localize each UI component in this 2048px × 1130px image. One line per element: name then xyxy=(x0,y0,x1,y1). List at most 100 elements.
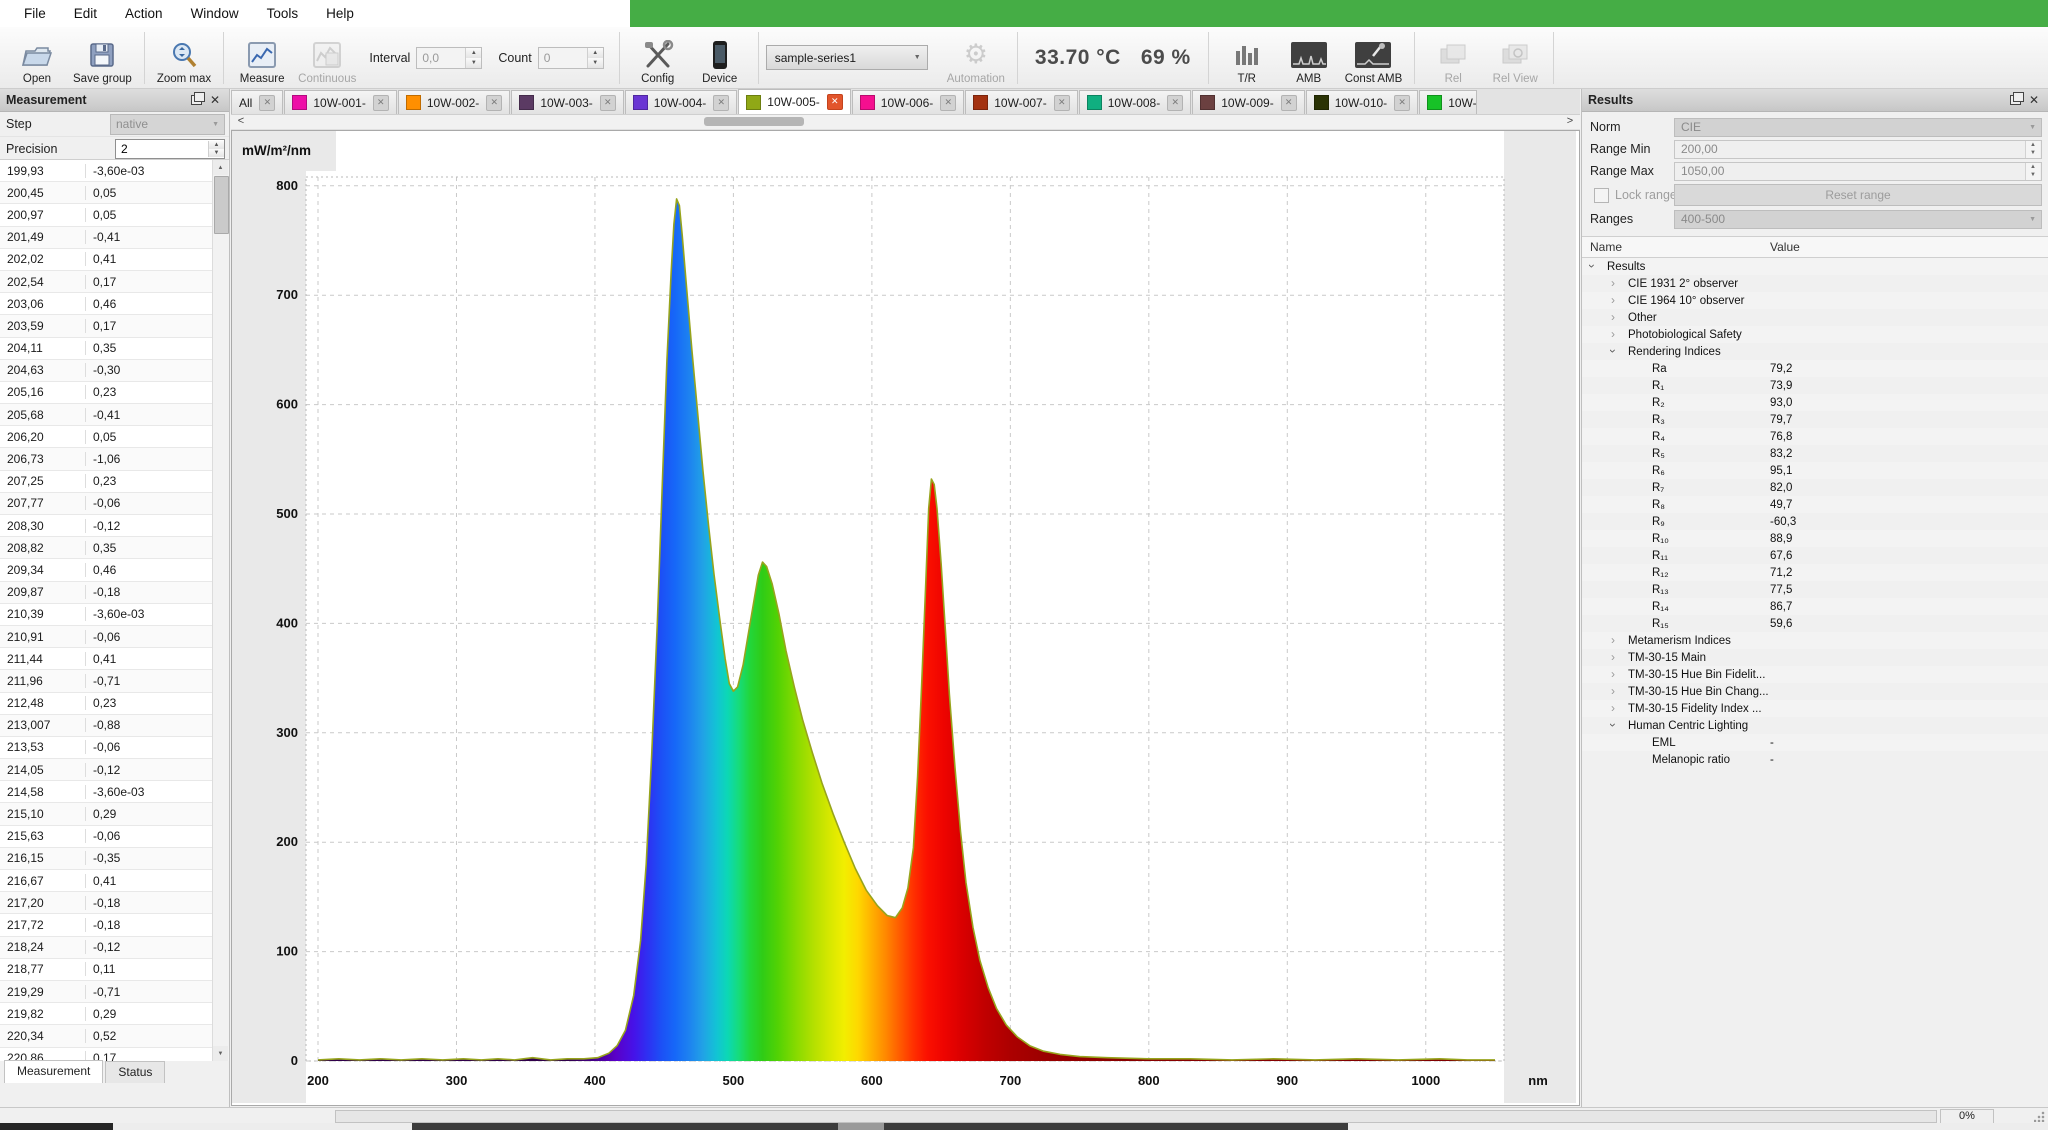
tree-row[interactable]: R₈49,7 xyxy=(1582,496,2048,513)
spin-up-icon[interactable]: ▲ xyxy=(588,48,603,58)
table-row[interactable]: 210,91-0,06 xyxy=(0,626,213,648)
tree-row[interactable]: EML- xyxy=(1582,734,2048,751)
table-row[interactable]: 214,05-0,12 xyxy=(0,759,213,781)
expand-icon[interactable]: › xyxy=(1611,276,1615,290)
tree-row[interactable]: ›TM-30-15 Hue Bin Fidelit... xyxy=(1582,666,2048,683)
scrollbar-thumb[interactable] xyxy=(214,176,229,234)
tab-10w-006-[interactable]: 10W-006-✕ xyxy=(852,90,964,114)
series-combo[interactable]: sample-series1 ▼ xyxy=(766,45,928,70)
results-tree[interactable]: ›Results›CIE 1931 2° observer›CIE 1964 1… xyxy=(1582,258,2048,768)
chart-canvas[interactable]: 0100200300400500600700800200300400500600… xyxy=(232,131,1579,1105)
tab-close-icon[interactable]: ✕ xyxy=(486,95,502,111)
table-row[interactable]: 217,72-0,18 xyxy=(0,914,213,936)
tab-10w-007-[interactable]: 10W-007-✕ xyxy=(965,90,1077,114)
spin-up-icon[interactable]: ▲ xyxy=(2026,163,2040,172)
table-row[interactable]: 210,39-3,60e-03 xyxy=(0,604,213,626)
interval-input[interactable]: 0,0 ▲▼ xyxy=(416,47,482,69)
measure-button[interactable]: Measure xyxy=(231,30,293,86)
tree-row[interactable]: R₇82,0 xyxy=(1582,479,2048,496)
tree-row[interactable]: Ra79,2 xyxy=(1582,360,2048,377)
tree-row[interactable]: ›CIE 1964 10° observer xyxy=(1582,292,2048,309)
tab-close-icon[interactable]: ✕ xyxy=(259,95,275,111)
table-row[interactable]: 217,20-0,18 xyxy=(0,892,213,914)
measurement-table[interactable]: 199,93-3,60e-03200,450,05200,970,05201,4… xyxy=(0,159,229,1061)
table-row[interactable]: 208,30-0,12 xyxy=(0,515,213,537)
precision-spinner[interactable]: ▲▼ xyxy=(208,141,224,157)
tree-row[interactable]: R₁₀88,9 xyxy=(1582,530,2048,547)
collapse-icon[interactable]: › xyxy=(1606,349,1620,353)
tree-row[interactable]: R₁73,9 xyxy=(1582,377,2048,394)
range-max-spinner[interactable]: ▲▼ xyxy=(2025,163,2040,180)
table-row[interactable]: 200,970,05 xyxy=(0,204,213,226)
table-row[interactable]: 216,15-0,35 xyxy=(0,848,213,870)
expand-icon[interactable]: › xyxy=(1611,327,1615,341)
range-max-input[interactable]: 1050,00 ▲▼ xyxy=(1674,162,2042,181)
table-row[interactable]: 209,87-0,18 xyxy=(0,582,213,604)
tab-close-icon[interactable]: ✕ xyxy=(1394,95,1410,111)
table-row[interactable]: 205,68-0,41 xyxy=(0,404,213,426)
menu-item-edit[interactable]: Edit xyxy=(60,0,111,27)
tree-row[interactable]: R₄76,8 xyxy=(1582,428,2048,445)
tab-close-icon[interactable]: ✕ xyxy=(827,94,843,110)
table-row[interactable]: 206,73-1,06 xyxy=(0,448,213,470)
tab-10w-01[interactable]: 10W-01 xyxy=(1419,90,1477,114)
open-button[interactable]: Open xyxy=(6,30,68,86)
tab-10w-008-[interactable]: 10W-008-✕ xyxy=(1079,90,1191,114)
menu-item-action[interactable]: Action xyxy=(111,0,177,27)
spin-down-icon[interactable]: ▼ xyxy=(466,58,481,68)
spin-down-icon[interactable]: ▼ xyxy=(2026,171,2040,180)
tree-row[interactable]: R₅83,2 xyxy=(1582,445,2048,462)
config-button[interactable]: Config xyxy=(627,30,689,86)
tab-close-icon[interactable]: ✕ xyxy=(940,95,956,111)
expand-icon[interactable]: › xyxy=(1611,650,1615,664)
spin-up-icon[interactable]: ▲ xyxy=(2026,141,2040,150)
table-row[interactable]: 209,340,46 xyxy=(0,559,213,581)
collapse-icon[interactable]: › xyxy=(1606,723,1620,727)
tree-row[interactable]: ›Results xyxy=(1582,258,2048,275)
zoom-max-button[interactable]: Zoom max xyxy=(152,30,216,86)
tree-row[interactable]: R₁₁67,6 xyxy=(1582,547,2048,564)
tree-row[interactable]: ›Photobiological Safety xyxy=(1582,326,2048,343)
close-panel-icon[interactable]: ✕ xyxy=(207,93,223,108)
table-row[interactable]: 200,450,05 xyxy=(0,182,213,204)
table-row[interactable]: 220,860,17 xyxy=(0,1048,213,1062)
table-row[interactable]: 204,110,35 xyxy=(0,338,213,360)
menu-item-tools[interactable]: Tools xyxy=(253,0,313,27)
spin-up-icon[interactable]: ▲ xyxy=(209,141,224,149)
tree-row[interactable]: ›CIE 1931 2° observer xyxy=(1582,275,2048,292)
save-group-button[interactable]: Save group xyxy=(68,30,137,86)
scroll-right-icon[interactable]: > xyxy=(1562,115,1578,128)
table-row[interactable]: 218,770,11 xyxy=(0,959,213,981)
scroll-up-icon[interactable]: ▲ xyxy=(213,160,228,175)
menu-item-file[interactable]: File xyxy=(10,0,60,27)
tab-close-icon[interactable]: ✕ xyxy=(600,95,616,111)
const-amb-button[interactable]: Const AMB xyxy=(1340,30,1408,86)
table-row[interactable]: 212,480,23 xyxy=(0,693,213,715)
spectrum-chart-panel[interactable]: 0100200300400500600700800200300400500600… xyxy=(231,130,1580,1106)
range-min-spinner[interactable]: ▲▼ xyxy=(2025,141,2040,158)
tab-10w-002-[interactable]: 10W-002-✕ xyxy=(398,90,510,114)
float-panel-icon[interactable] xyxy=(2007,93,2023,108)
tree-row[interactable]: Melanopic ratio- xyxy=(1582,751,2048,768)
table-row[interactable]: 216,670,41 xyxy=(0,870,213,892)
tree-row[interactable]: ›TM-30-15 Hue Bin Chang... xyxy=(1582,683,2048,700)
collapse-icon[interactable]: › xyxy=(1585,264,1599,268)
tree-row[interactable]: ›Rendering Indices xyxy=(1582,343,2048,360)
float-panel-icon[interactable] xyxy=(188,93,204,108)
table-row[interactable]: 215,100,29 xyxy=(0,803,213,825)
menu-item-help[interactable]: Help xyxy=(312,0,368,27)
tree-row[interactable]: R₃79,7 xyxy=(1582,411,2048,428)
bottom-tab-status[interactable]: Status xyxy=(105,1061,165,1083)
spin-up-icon[interactable]: ▲ xyxy=(466,48,481,58)
expand-icon[interactable]: › xyxy=(1611,667,1615,681)
spin-down-icon[interactable]: ▼ xyxy=(209,149,224,157)
table-row[interactable]: 201,49-0,41 xyxy=(0,227,213,249)
tab-10w-001-[interactable]: 10W-001-✕ xyxy=(284,90,396,114)
tree-row[interactable]: R₆95,1 xyxy=(1582,462,2048,479)
count-spinner[interactable]: ▲▼ xyxy=(587,48,603,68)
table-row[interactable]: 219,820,29 xyxy=(0,1003,213,1025)
tree-row[interactable]: ›Other xyxy=(1582,309,2048,326)
table-row[interactable]: 203,590,17 xyxy=(0,315,213,337)
tree-row[interactable]: R₁₂71,2 xyxy=(1582,564,2048,581)
table-row[interactable]: 204,63-0,30 xyxy=(0,360,213,382)
